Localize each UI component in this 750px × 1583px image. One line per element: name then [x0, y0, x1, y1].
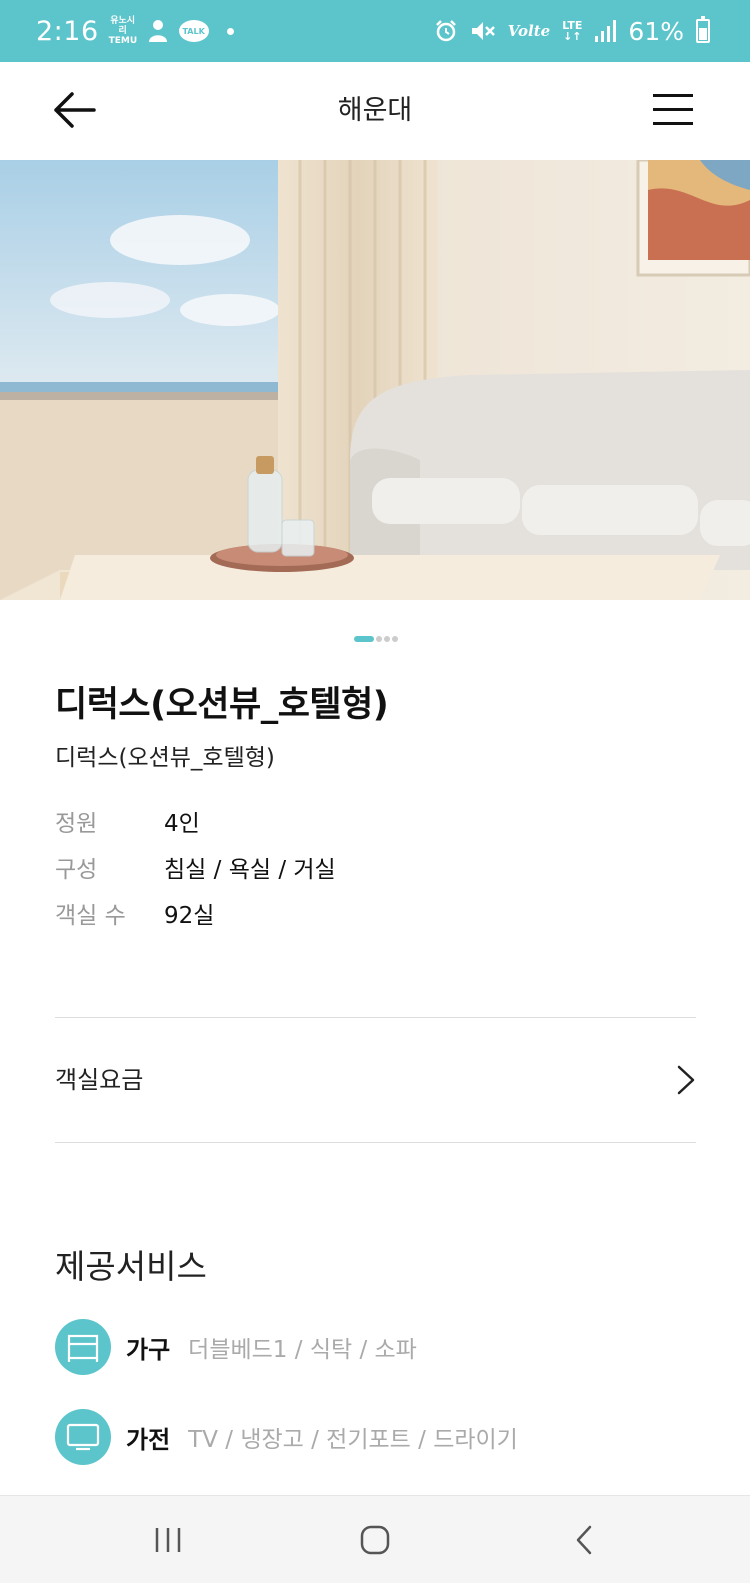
spec-value: 침실 / 욕실 / 거실 — [164, 857, 336, 883]
room-subtitle: 디럭스(오션뷰_호텔형) — [55, 745, 275, 771]
menu-line — [653, 94, 693, 97]
status-right: Volte LTE ↓↑ 61% — [434, 0, 710, 62]
menu-line — [653, 122, 693, 125]
room-price-row[interactable]: 객실요금 — [55, 1018, 696, 1142]
battery-fill — [699, 27, 707, 40]
notification-app-label-line2: TEMU — [108, 36, 138, 46]
notification-app-label: 유노시리 TEMU — [108, 16, 138, 46]
mute-icon — [471, 22, 495, 40]
page-title: 해운대 — [337, 95, 413, 126]
spec-label: 구성 — [55, 857, 98, 883]
service-items: 더블베드1 / 식탁 / 소파 — [188, 1337, 417, 1363]
recent-apps-icon[interactable] — [144, 1518, 192, 1562]
carousel-dot-active[interactable] — [354, 636, 374, 642]
service-furniture: 가구 더블베드1 / 식탁 / 소파 — [55, 1318, 417, 1376]
chevron-right-icon — [677, 1065, 695, 1095]
carousel-indicator — [354, 636, 398, 642]
volte-label: Volte — [507, 22, 551, 40]
service-label: 가전 — [126, 1425, 171, 1454]
room-photo[interactable] — [0, 160, 750, 600]
notification-dot — [226, 27, 234, 35]
room-price-label: 객실요금 — [55, 1066, 144, 1094]
carousel-dot[interactable] — [392, 636, 398, 642]
spec-value: 92실 — [164, 903, 215, 929]
service-label: 가구 — [126, 1335, 171, 1364]
spec-label: 객실 수 — [55, 903, 126, 929]
talk-icon: TALK — [178, 20, 209, 42]
carousel-dot[interactable] — [384, 636, 390, 642]
carousel-dot[interactable] — [376, 636, 382, 642]
hamburger-menu-icon[interactable] — [653, 92, 697, 128]
lte-arrows-icon: ↓↑ — [563, 30, 582, 43]
status-time: 2:16 — [36, 15, 99, 47]
service-appliance: 가전 TV / 냉장고 / 전기포트 / 드라이기 — [55, 1408, 518, 1466]
room-title: 디럭스(오션뷰_호텔형) — [55, 685, 389, 725]
app-header: 해운대 — [0, 62, 750, 160]
lte-indicator: LTE ↓↑ — [562, 20, 582, 42]
status-left: 2:16 유노시리 TEMU TALK — [36, 0, 234, 62]
services-heading: 제공서비스 — [55, 1247, 207, 1286]
back-nav-icon[interactable] — [560, 1518, 608, 1562]
signal-icon — [595, 20, 617, 42]
person-icon — [148, 20, 167, 42]
bed-icon — [55, 1319, 111, 1375]
home-icon[interactable] — [351, 1518, 399, 1562]
spec-label: 정원 — [55, 811, 98, 837]
battery-percent: 61% — [628, 16, 684, 46]
menu-line — [653, 108, 693, 111]
alarm-icon — [435, 20, 456, 42]
divider — [55, 1142, 696, 1143]
spec-value: 4인 — [164, 811, 200, 837]
battery-icon — [696, 16, 710, 43]
service-items: TV / 냉장고 / 전기포트 / 드라이기 — [188, 1427, 518, 1453]
system-nav-bar — [0, 1495, 750, 1583]
notification-app-label-line1: 유노시리 — [110, 16, 136, 36]
room-photo-illustration — [0, 160, 750, 600]
status-bar: 2:16 유노시리 TEMU TALK Volte LTE ↓↑ 61% — [0, 0, 750, 62]
tv-icon — [55, 1409, 111, 1465]
